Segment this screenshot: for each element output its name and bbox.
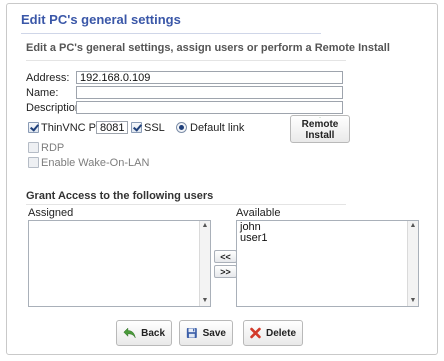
default-link-radio[interactable] — [176, 122, 187, 133]
back-button[interactable]: Back — [116, 320, 172, 346]
wake-on-lan-label: Enable Wake-On-LAN — [41, 157, 150, 169]
assigned-scrollbar[interactable]: ▲ ▼ — [199, 221, 210, 306]
available-listbox[interactable]: john user1 ▲ ▼ — [236, 220, 419, 307]
list-item[interactable]: user1 — [239, 233, 406, 244]
available-items: john user1 — [239, 222, 406, 244]
delete-x-icon — [250, 327, 261, 339]
description-input[interactable] — [76, 101, 343, 114]
dialog-subtitle: Edit a PC's general settings, assign use… — [26, 42, 390, 54]
move-left-button[interactable]: << — [214, 250, 237, 263]
scroll-down-icon[interactable]: ▼ — [200, 296, 210, 306]
remote-install-label: Remote Install — [301, 119, 339, 141]
dialog-title: Edit PC's general settings — [21, 12, 181, 27]
name-input[interactable] — [76, 86, 343, 99]
scroll-up-icon[interactable]: ▲ — [408, 221, 418, 231]
available-label: Available — [236, 207, 281, 219]
available-scrollbar[interactable]: ▲ ▼ — [407, 221, 418, 306]
save-label: Save — [202, 327, 226, 339]
delete-label: Delete — [265, 327, 296, 339]
address-label: Address: — [26, 72, 70, 84]
name-label: Name: — [26, 87, 59, 99]
save-disk-icon — [186, 328, 197, 338]
thinvnc-checkbox[interactable] — [28, 122, 39, 133]
default-link-label: Default link — [190, 122, 245, 134]
port-input[interactable] — [96, 121, 128, 134]
subtitle-divider — [26, 60, 346, 61]
ssl-label: SSL — [144, 122, 165, 134]
address-input[interactable] — [76, 71, 343, 84]
wake-on-lan-checkbox[interactable] — [28, 157, 39, 168]
scroll-down-icon[interactable]: ▼ — [408, 296, 418, 306]
assigned-label: Assigned — [28, 207, 74, 219]
back-label: Back — [141, 327, 165, 339]
delete-button[interactable]: Delete — [243, 320, 303, 346]
rdp-label: RDP — [41, 142, 65, 154]
ssl-checkbox[interactable] — [131, 122, 142, 133]
scroll-up-icon[interactable]: ▲ — [200, 221, 210, 231]
grant-access-heading: Grant Access to the following users — [26, 190, 214, 202]
back-arrow-icon — [123, 327, 136, 339]
title-divider — [21, 33, 321, 34]
save-button[interactable]: Save — [179, 320, 233, 346]
grant-access-divider — [26, 204, 346, 205]
rdp-checkbox[interactable] — [28, 142, 39, 153]
edit-pc-dialog: Edit PC's general settings Edit a PC's g… — [6, 3, 438, 355]
remote-install-button[interactable]: Remote Install — [290, 115, 350, 143]
assigned-listbox[interactable]: ▲ ▼ — [28, 220, 211, 307]
move-right-button[interactable]: >> — [214, 265, 237, 278]
download-icon — [319, 117, 321, 118]
